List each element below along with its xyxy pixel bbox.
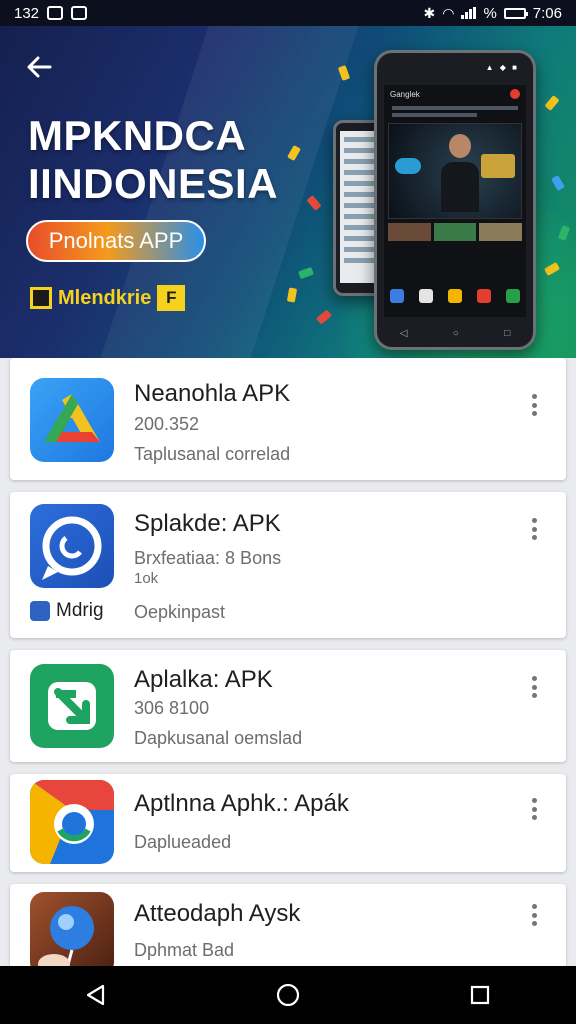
app-name: Atteodaph Aysk xyxy=(134,900,301,927)
phone-text-line xyxy=(392,113,478,117)
status-time-left: 132 xyxy=(14,4,40,22)
badge-box: F xyxy=(157,285,186,311)
app-line1: Dphmat Bad xyxy=(134,940,235,960)
confetti xyxy=(306,195,322,211)
confetti xyxy=(544,95,560,111)
photo-notification-icon xyxy=(71,6,88,20)
overflow-menu-icon[interactable] xyxy=(524,794,544,824)
hero-title: MPKNDCA IINDONESIA xyxy=(28,112,278,208)
nav-recents-button[interactable] xyxy=(460,975,500,1015)
overflow-menu-icon[interactable] xyxy=(524,390,544,420)
badge-square-icon xyxy=(30,287,52,309)
hero-badge: Mlendkrie F xyxy=(30,284,186,312)
phone-video-person xyxy=(441,134,479,216)
app-line2: Dapkusanal oemslad xyxy=(134,728,303,748)
mini-app-icon xyxy=(30,601,50,621)
app-extra-tag: Mdrig xyxy=(30,600,104,622)
back-icon xyxy=(86,984,105,1006)
app-line1: 306 8100 xyxy=(134,698,210,718)
confetti xyxy=(286,287,298,303)
arrow-left-icon xyxy=(27,56,52,78)
phone-appbar: Ganglek xyxy=(384,85,526,103)
phone-status-icons: ▲ ◆ ■ xyxy=(485,63,519,72)
phone-front-screen: Ganglek xyxy=(384,85,526,317)
app-line1: Daplueaded xyxy=(134,832,232,852)
overflow-menu-icon[interactable] xyxy=(524,514,544,544)
confetti xyxy=(298,266,314,280)
wifi-icon: ◠ xyxy=(442,5,455,21)
app-line3: Oepkinpast xyxy=(134,602,226,622)
status-time-right: 7:06 xyxy=(532,4,562,22)
phone-thumbnails xyxy=(388,223,523,241)
phone-title: Ganglek xyxy=(390,89,420,99)
notification-icon xyxy=(47,6,64,20)
system-nav-bar xyxy=(0,966,576,1024)
phone-dock xyxy=(390,289,520,303)
screen: 132 ✱ ◠ % 7:06 MPKNDCA IINDONESIA Pnolna… xyxy=(0,0,576,1024)
home-icon xyxy=(276,983,300,1007)
phone-video xyxy=(388,123,522,219)
bluetooth-icon: ✱ xyxy=(423,5,436,21)
app-name: Splakde: APK xyxy=(134,510,281,537)
app-line2: 1ok xyxy=(134,570,159,587)
percent-glyph: % xyxy=(483,4,497,22)
signal-icon xyxy=(461,7,477,19)
confetti xyxy=(551,174,565,192)
chat-bubble-icon xyxy=(30,504,114,588)
app-name: Aptlnna Aphk.: Apák xyxy=(134,790,349,817)
badge-label: Mlendkrie xyxy=(58,286,152,309)
app-line2: Taplusanal correlad xyxy=(134,444,291,464)
app-extra-label: Mdrig xyxy=(56,600,104,621)
phone-video-badge-icon xyxy=(481,154,515,178)
hero-app-pill[interactable]: Pnolnats APP xyxy=(26,220,206,262)
battery-icon xyxy=(503,7,528,19)
app-line1: Brxfeatiaa: 8 Bons xyxy=(134,548,282,568)
balloon-icon xyxy=(30,892,114,966)
list-item[interactable]: Neanohla APK 200.352 Taplusanal correlad xyxy=(10,358,566,480)
list-item[interactable]: Atteodaph Aysk Dphmat Bad xyxy=(10,884,566,966)
app-list: Neanohla APK 200.352 Taplusanal correlad… xyxy=(0,358,576,966)
list-item[interactable]: Aptlnna Aphk.: Apák Daplueaded xyxy=(10,774,566,872)
overflow-menu-icon[interactable] xyxy=(524,672,544,702)
status-bar: 132 ✱ ◠ % 7:06 xyxy=(0,0,576,26)
green-arrow-icon xyxy=(30,664,114,748)
phone-red-dot-icon xyxy=(510,89,520,99)
hero-title-line2: IINDONESIA xyxy=(28,160,279,207)
hero-banner: MPKNDCA IINDONESIA Pnolnats APP Mlendkri… xyxy=(0,26,576,358)
phone-nav: ◁ ○ □ xyxy=(399,328,511,339)
google-drive-icon xyxy=(30,378,114,462)
phone-front-mockup: ▲ ◆ ■ Ganglek ◁ ○ □ xyxy=(374,50,536,350)
app-name: Neanohla APK xyxy=(134,380,291,407)
back-button[interactable] xyxy=(24,52,58,82)
overflow-menu-icon[interactable] xyxy=(524,900,544,930)
recents-icon xyxy=(470,985,490,1005)
list-item[interactable]: Splakde: APK Brxfeatiaa: 8 Bons 1ok Mdri… xyxy=(10,492,566,638)
nav-back-button[interactable] xyxy=(76,975,116,1015)
nav-home-button[interactable] xyxy=(268,975,308,1015)
phone-video-blue-icon xyxy=(395,158,421,174)
app-line1: 200.352 xyxy=(134,414,200,434)
phone-text-line xyxy=(392,106,518,110)
chrome-icon xyxy=(30,780,114,864)
list-item[interactable]: Aplalka: APK 306 8100 Dapkusanal oemslad xyxy=(10,650,566,762)
hero-title-line1: MPKNDCA xyxy=(28,112,247,159)
app-name: Aplalka: APK xyxy=(134,666,273,693)
